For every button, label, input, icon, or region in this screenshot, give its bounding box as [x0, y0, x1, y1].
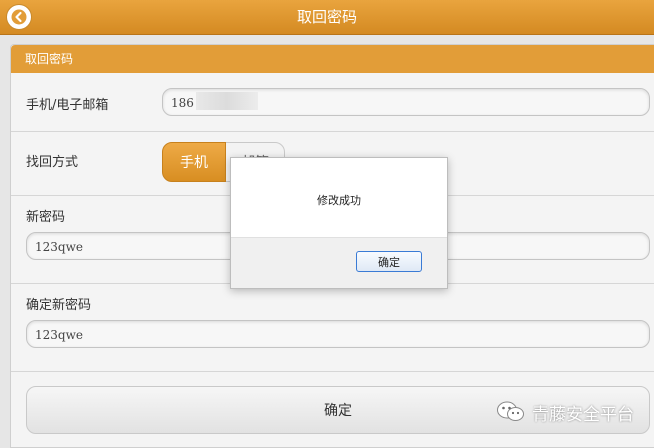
account-label: 手机/电子邮箱 [26, 98, 109, 113]
wechat-icon [497, 401, 524, 421]
panel-title: 取回密码 [25, 52, 74, 66]
method-option-phone[interactable]: 手机 [162, 142, 226, 182]
top-bar: 取回密码 [0, 0, 654, 35]
method-label: 找回方式 [26, 155, 79, 170]
redacted-region [196, 92, 258, 110]
watermark: 青藤安全平台 [496, 397, 634, 427]
row-divider [11, 131, 654, 132]
dialog-ok-button[interactable]: 确定 [356, 251, 422, 272]
success-dialog: 修改成功 确定 [230, 157, 448, 289]
row-divider [11, 371, 654, 372]
confirm-password-input[interactable]: 123qwe [26, 320, 650, 348]
page-title: 取回密码 [296, 8, 357, 26]
dialog-message: 修改成功 [317, 194, 361, 207]
dialog-footer: 确定 [231, 237, 447, 288]
new-password-label: 新密码 [26, 210, 66, 225]
confirm-password-label: 确定新密码 [26, 298, 92, 313]
panel-header: 取回密码 [11, 45, 654, 73]
watermark-text: 青藤安全平台 [532, 404, 634, 425]
